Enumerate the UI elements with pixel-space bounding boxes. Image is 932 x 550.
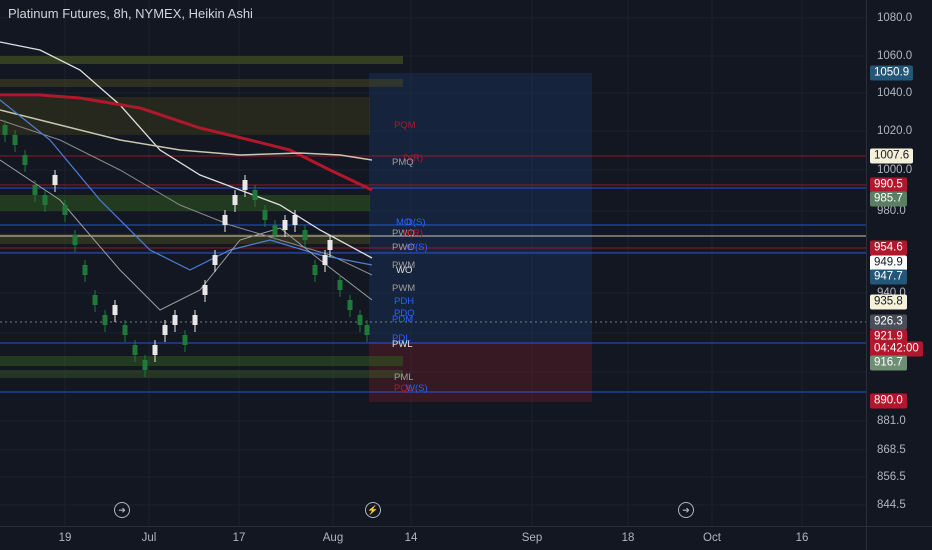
candle <box>122 325 128 335</box>
time-tick: Oct <box>703 532 721 544</box>
time-tick: 16 <box>795 532 809 544</box>
price-badge: 1050.9 <box>870 65 914 81</box>
level-label: PMQ <box>392 157 414 168</box>
price-chart[interactable]: PQMD(R)PMQMOD(S)PWOH(R)PWOW(S)PWMWOPWMPD… <box>0 0 866 526</box>
price-badge: 985.7 <box>870 191 907 207</box>
price-tick: 1000.0 <box>877 164 913 176</box>
candle <box>312 265 318 275</box>
candle <box>162 325 168 335</box>
price-tick: 868.5 <box>877 444 906 456</box>
candle <box>142 360 148 370</box>
candle <box>292 215 298 225</box>
price-badge: 916.7 <box>870 355 907 371</box>
candle <box>202 285 208 295</box>
candle <box>252 190 258 200</box>
time-tick: 17 <box>232 532 246 544</box>
price-badge: 890.0 <box>870 393 907 409</box>
candle <box>82 265 88 275</box>
price-badge: 954.6 <box>870 240 907 256</box>
price-tick: 1020.0 <box>877 125 913 137</box>
time-axis[interactable]: 19 Jul 17 Aug 14 Sep 18 Oct 16 <box>0 526 866 550</box>
price-tick: 1040.0 <box>877 87 913 99</box>
lightning-icon[interactable]: ⚡ <box>365 502 381 518</box>
forward-icon[interactable]: ➜ <box>678 502 694 518</box>
zone-band <box>0 97 370 135</box>
candle <box>32 185 38 195</box>
time-tick: Jul <box>141 532 157 544</box>
level-label: PML <box>394 372 414 383</box>
candle <box>232 195 238 205</box>
zone-band <box>0 370 403 378</box>
level-label: PQM <box>394 120 416 131</box>
candle <box>272 225 278 235</box>
level-label: PWL <box>392 339 413 350</box>
price-tick: 980.0 <box>877 205 906 217</box>
candle <box>62 205 68 215</box>
price-badge: 935.8 <box>870 294 907 310</box>
zone-band <box>0 79 403 87</box>
level-label: D(S) <box>406 217 426 228</box>
chart-area[interactable]: PQM D(R) PMQ MO D(S) PWO H(R) PWO W(S) PWM WO PWM PD… <box>0 0 866 526</box>
candle <box>172 315 178 325</box>
candle <box>282 220 288 230</box>
time-tick: 14 <box>404 532 418 544</box>
level-label: H(R) <box>403 228 423 239</box>
candle <box>327 240 333 250</box>
chart-title: Platinum Futures, 8h, NYMEX, Heikin Ashi <box>8 6 253 21</box>
candle <box>132 345 138 355</box>
candle <box>337 280 343 290</box>
level-label: PWM <box>392 283 415 294</box>
candle <box>22 155 28 165</box>
price-tick: 1060.0 <box>877 50 913 62</box>
candle <box>212 255 218 265</box>
axis-corner <box>866 526 932 550</box>
candle <box>182 335 188 345</box>
candle <box>42 195 48 205</box>
candle <box>222 215 228 225</box>
price-axis[interactable]: 1080.0 1060.0 1040.0 1020.0 1000.0 980.0… <box>866 0 932 526</box>
candle <box>262 210 268 220</box>
price-badge: 949.9 <box>870 255 907 271</box>
price-tick: 844.5 <box>877 499 906 511</box>
level-label: W(S) <box>406 383 428 394</box>
price-badge: 947.7 <box>870 269 907 285</box>
candle <box>102 315 108 325</box>
price-badge: 990.5 <box>870 177 907 193</box>
candle <box>322 255 328 265</box>
level-label: WO <box>396 265 412 276</box>
candle <box>242 180 248 190</box>
price-tick: 1080.0 <box>877 12 913 24</box>
candle <box>152 345 158 355</box>
candle <box>12 135 18 145</box>
candle <box>364 325 370 335</box>
price-badge: 926.3 <box>870 314 907 330</box>
level-label: W(S) <box>406 242 428 253</box>
candle <box>192 315 198 325</box>
time-tick: 19 <box>58 532 72 544</box>
candle <box>302 230 308 240</box>
candle <box>347 300 353 310</box>
candle <box>92 295 98 305</box>
countdown-badge: 04:42:00 <box>870 341 923 357</box>
price-badge: 1007.6 <box>870 148 914 164</box>
price-tick: 881.0 <box>877 415 906 427</box>
level-label: PDH <box>394 296 414 307</box>
candle <box>357 315 363 325</box>
time-tick: 18 <box>621 532 635 544</box>
price-tick: 856.5 <box>877 471 906 483</box>
time-tick: Aug <box>322 532 344 544</box>
candle <box>2 125 8 135</box>
candle <box>112 305 118 315</box>
level-label: PDM <box>392 314 413 325</box>
candle <box>72 235 78 245</box>
candle <box>52 175 58 185</box>
time-tick: Sep <box>521 532 543 544</box>
forward-icon[interactable]: ➜ <box>114 502 130 518</box>
zone-band <box>0 356 403 366</box>
